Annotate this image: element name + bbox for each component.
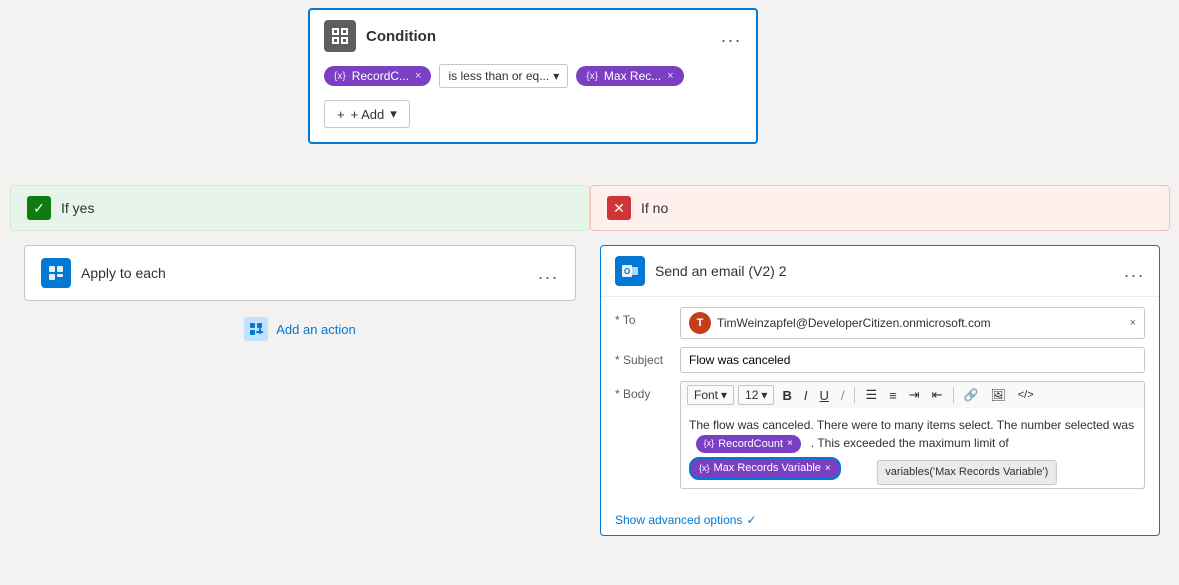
apply-each-icon	[41, 258, 71, 288]
list-ul-button[interactable]: ☰	[861, 386, 881, 404]
font-label: Font	[694, 388, 718, 402]
body-token1-close[interactable]: ×	[787, 436, 793, 451]
add-button[interactable]: + + Add ▾	[324, 100, 410, 128]
svg-text:O: O	[624, 267, 630, 276]
subject-value: Flow was canceled	[689, 353, 790, 367]
body-token2-label: Max Records Variable	[714, 460, 821, 477]
toolbar-separator	[854, 387, 855, 403]
outlook-icon: O	[615, 256, 645, 286]
condition-block: Condition ... {x} RecordC... × is less t…	[308, 8, 758, 144]
font-size-label: 12	[745, 388, 758, 402]
if-yes-branch: ✓ If yes Apply to each ...	[10, 185, 590, 536]
condition-title: Condition	[366, 28, 721, 45]
show-advanced-label: Show advanced options	[615, 513, 742, 527]
body-toolbar: Font ▾ 12 ▾ B I U / ☰	[680, 381, 1145, 408]
record-count-label: RecordC...	[352, 69, 409, 83]
body-row: * Body Font ▾ 12 ▾ B I	[615, 381, 1145, 489]
if-yes-header: ✓ If yes	[10, 185, 590, 231]
body-token2-icon: {x}	[699, 462, 710, 476]
max-records-close[interactable]: ×	[667, 70, 673, 82]
token-tooltip: variables('Max Records Variable')	[876, 460, 1057, 485]
underline-button[interactable]: U	[815, 387, 832, 404]
token-icon2: {x}	[586, 71, 598, 82]
if-yes-label: If yes	[61, 200, 94, 216]
add-action-label: Add an action	[276, 322, 356, 337]
italic-button[interactable]: I	[800, 387, 812, 404]
body-token1-icon: {x}	[704, 437, 715, 451]
to-email-remove-icon[interactable]: ×	[1130, 317, 1136, 329]
plus-icon: +	[337, 107, 345, 122]
send-email-title: Send an email (V2) 2	[655, 263, 1114, 279]
token-icon: {x}	[334, 71, 346, 82]
size-chevron-icon: ▾	[761, 388, 767, 402]
image-button[interactable]: 🖼	[986, 387, 1009, 403]
apply-each-left: Apply to each	[41, 258, 166, 288]
max-records-body-token[interactable]: {x} Max Records Variable ×	[689, 457, 841, 480]
record-count-close[interactable]: ×	[415, 70, 421, 82]
max-records-token[interactable]: {x} Max Rec... ×	[576, 66, 683, 86]
record-count-token[interactable]: {x} RecordC... ×	[324, 66, 431, 86]
chevron-down-icon: ▾	[553, 69, 559, 83]
body-text-line1: The flow was canceled. There were to man…	[689, 416, 1136, 453]
email-form: * To T TimWeinzapfel@DeveloperCitizen.on…	[601, 297, 1159, 507]
branches-container: ✓ If yes Apply to each ...	[10, 185, 1170, 536]
record-count-body-token[interactable]: {x} RecordCount ×	[696, 435, 801, 454]
link-button[interactable]: 🔗	[960, 387, 983, 403]
slash-button[interactable]: /	[837, 387, 849, 404]
body-token1-label: RecordCount	[718, 436, 783, 453]
subject-row: * Subject Flow was canceled	[615, 347, 1145, 373]
bold-button[interactable]: B	[778, 387, 795, 404]
body-label: * Body	[615, 381, 670, 401]
to-row: * To T TimWeinzapfel@DeveloperCitizen.on…	[615, 307, 1145, 339]
checkmark-icon: ✓	[33, 200, 45, 217]
condition-header: Condition ...	[324, 20, 742, 52]
send-email-header: O Send an email (V2) 2 ...	[601, 246, 1159, 297]
apply-each-block: Apply to each ...	[24, 245, 576, 301]
add-action-btn[interactable]: Add an action	[10, 317, 590, 341]
x-mark-icon: ✕	[613, 200, 625, 217]
if-no-branch: ✕ If no O Send an email (V2) 2 ...	[590, 185, 1170, 536]
add-condition-btn[interactable]: + + Add ▾	[324, 100, 742, 128]
advanced-chevron-icon: ✓	[746, 513, 756, 527]
condition-row: {x} RecordC... × is less than or eq... ▾…	[324, 64, 742, 88]
to-avatar: T	[689, 312, 711, 334]
indent-button[interactable]: ⇥	[905, 386, 924, 404]
send-email-more-options[interactable]: ...	[1124, 261, 1145, 282]
add-action-icon	[244, 317, 268, 341]
operator-label: is less than or eq...	[448, 69, 549, 83]
no-x-icon: ✕	[607, 196, 631, 220]
if-no-label: If no	[641, 200, 668, 216]
body-text-line2: {x} Max Records Variable × variables('Ma…	[689, 457, 1136, 480]
to-field[interactable]: T TimWeinzapfel@DeveloperCitizen.onmicro…	[680, 307, 1145, 339]
apply-each-more-options[interactable]: ...	[538, 263, 559, 284]
max-records-label: Max Rec...	[604, 69, 661, 83]
subject-label: * Subject	[615, 347, 670, 367]
to-email-address: TimWeinzapfel@DeveloperCitizen.onmicroso…	[717, 316, 1124, 330]
body-editor: Font ▾ 12 ▾ B I U / ☰	[680, 381, 1145, 489]
yes-check-icon: ✓	[27, 196, 51, 220]
add-label: + Add	[351, 107, 385, 122]
body-token2-close[interactable]: ×	[825, 461, 831, 476]
body-text1: The flow was canceled. There were to man…	[689, 418, 1134, 432]
apply-each-title: Apply to each	[81, 265, 166, 281]
toolbar-separator2	[953, 387, 954, 403]
show-advanced-options[interactable]: Show advanced options ✓	[601, 507, 1159, 535]
list-ol-button[interactable]: ≡	[885, 387, 901, 404]
add-chevron-icon: ▾	[390, 106, 397, 122]
body-text2: . This exceeded the maximum limit of	[811, 436, 1009, 450]
font-chevron-icon: ▾	[721, 388, 727, 402]
font-size-selector[interactable]: 12 ▾	[738, 385, 774, 405]
condition-icon	[324, 20, 356, 52]
operator-dropdown[interactable]: is less than or eq... ▾	[439, 64, 568, 88]
code-button[interactable]: </>	[1014, 388, 1038, 402]
font-selector[interactable]: Font ▾	[687, 385, 734, 405]
outdent-button[interactable]: ⇤	[928, 386, 947, 404]
send-email-block: O Send an email (V2) 2 ... * To T TimWei…	[600, 245, 1160, 536]
body-content[interactable]: The flow was canceled. There were to man…	[680, 408, 1145, 489]
to-label: * To	[615, 307, 670, 327]
condition-more-options[interactable]: ...	[721, 26, 742, 47]
subject-field[interactable]: Flow was canceled	[680, 347, 1145, 373]
if-no-header: ✕ If no	[590, 185, 1170, 231]
